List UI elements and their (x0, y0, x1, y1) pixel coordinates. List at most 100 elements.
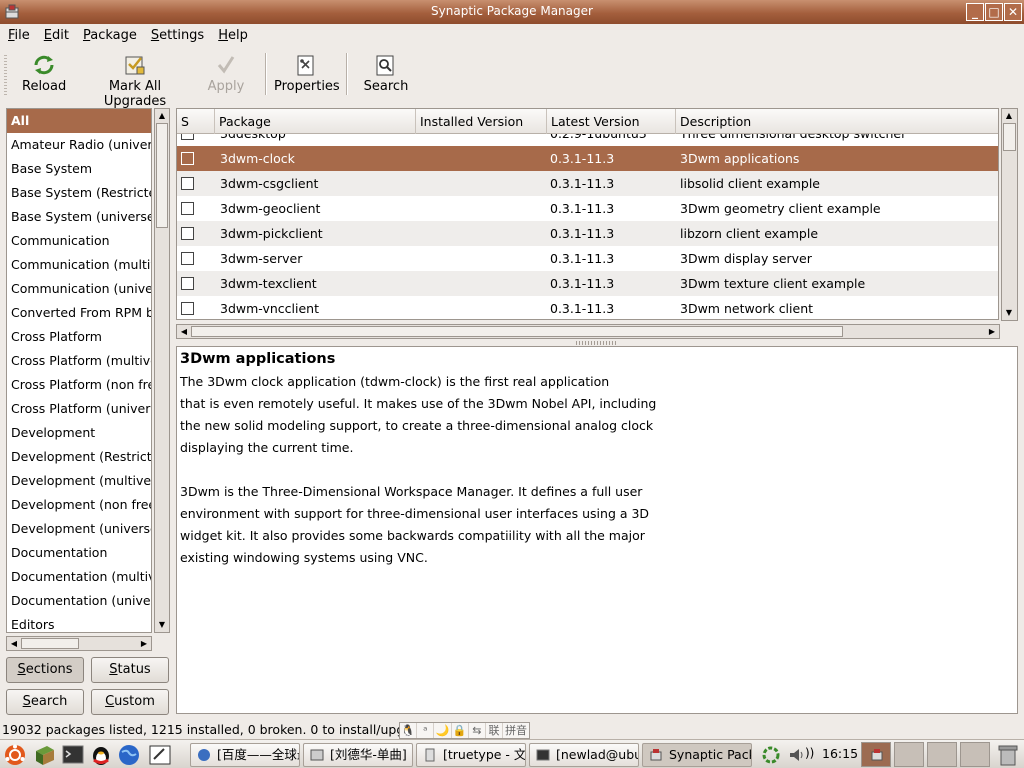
section-item[interactable]: Communication (universe) (7, 277, 151, 301)
column-latest-version[interactable]: Latest Version (547, 109, 676, 134)
ime-pinyin-label[interactable]: 拼音 (503, 723, 529, 738)
scroll-right-arrow[interactable]: ▶ (986, 326, 998, 338)
column-status[interactable]: S (177, 109, 215, 134)
ubuntu-menu-icon[interactable] (3, 743, 27, 767)
table-row[interactable]: 3dwm-texclient 0.3.1-11.3 3Dwm texture cli… (177, 271, 998, 296)
sections-hscroll-thumb[interactable] (21, 638, 79, 649)
custom-filter-button[interactable]: Custom (91, 689, 169, 715)
package-checkbox[interactable] (181, 134, 194, 140)
menu-package[interactable]: Package (76, 28, 144, 43)
scroll-left-arrow[interactable]: ◀ (178, 326, 190, 338)
package-checkbox[interactable] (181, 252, 194, 265)
pane-splitter[interactable] (576, 341, 618, 345)
sections-filter-button[interactable]: Sections (6, 657, 84, 683)
workspace-2[interactable] (894, 742, 924, 767)
section-item[interactable]: Documentation (universe) (7, 589, 151, 613)
sections-vertical-scrollbar[interactable]: ▲ ▼ (154, 108, 170, 633)
menu-edit[interactable]: Edit (37, 28, 76, 43)
sections-list[interactable]: AllAmateur Radio (universe)Base SystemBa… (6, 108, 152, 633)
sections-scroll-thumb[interactable] (156, 123, 168, 228)
update-notifier-icon[interactable] (762, 746, 780, 764)
taskbar-item-terminal[interactable]: [newlad@ubuntu: ~] (529, 743, 639, 767)
section-item[interactable]: Cross Platform (7, 325, 151, 349)
section-item[interactable]: Development (7, 421, 151, 445)
section-item[interactable]: Development (non free) (7, 493, 151, 517)
ime-lian-label[interactable]: 联 (486, 723, 504, 738)
ime-lock-icon[interactable]: 🔒 (452, 723, 469, 738)
section-item[interactable]: Development (universe) (7, 517, 151, 541)
workspace-3[interactable] (927, 742, 957, 767)
section-item[interactable]: Development (Restricted) (7, 445, 151, 469)
mark-all-upgrades-button[interactable]: Mark All Upgrades (82, 53, 188, 109)
status-filter-button[interactable]: Status (91, 657, 169, 683)
package-checkbox[interactable] (181, 177, 194, 190)
ime-switch-icon[interactable]: ⇆ (469, 723, 486, 738)
scroll-up-arrow[interactable]: ▲ (1003, 110, 1015, 122)
column-installed-version[interactable]: Installed Version (416, 109, 547, 134)
package-checkbox[interactable] (181, 152, 194, 165)
books-icon[interactable] (33, 743, 57, 767)
trash-icon[interactable] (996, 743, 1020, 767)
search-button[interactable]: Search (362, 53, 410, 94)
section-item[interactable]: All (7, 109, 151, 133)
minimize-button[interactable]: _ (966, 3, 984, 21)
scroll-down-arrow[interactable]: ▼ (156, 619, 168, 631)
package-checkbox[interactable] (181, 202, 194, 215)
section-item[interactable]: Converted From RPM by Alien (7, 301, 151, 325)
web-browser-icon[interactable] (117, 743, 141, 767)
section-item[interactable]: Cross Platform (non free) (7, 373, 151, 397)
package-checkbox[interactable] (181, 277, 194, 290)
column-description[interactable]: Description (676, 109, 998, 134)
reload-button[interactable]: Reload (22, 53, 66, 94)
taskbar-item-baidu[interactable]: [百度——全球最大中文搜索引擎] (190, 743, 300, 767)
scroll-up-arrow[interactable]: ▲ (156, 110, 168, 122)
scroll-left-arrow[interactable]: ◀ (8, 638, 20, 650)
qq-penguin-icon[interactable] (89, 743, 113, 767)
table-row[interactable]: 3ddesktop 0.2.9-1ubuntu3 Three dimension… (177, 134, 998, 146)
clock[interactable]: 16:15 (822, 746, 858, 761)
workspace-4[interactable] (960, 742, 990, 767)
scroll-right-arrow[interactable]: ▶ (138, 638, 150, 650)
table-row[interactable]: 3dwm-server 0.3.1-11.3 3Dwm display server (177, 246, 998, 271)
sections-horizontal-scrollbar[interactable]: ◀ ▶ (6, 636, 152, 651)
section-item[interactable]: Development (multiverse) (7, 469, 151, 493)
menu-file[interactable]: File (1, 28, 37, 43)
properties-button[interactable]: Properties (274, 53, 340, 94)
volume-icon[interactable] (788, 746, 806, 764)
section-item[interactable]: Editors (7, 613, 151, 632)
apply-button[interactable]: Apply (206, 53, 246, 94)
table-row[interactable]: 3dwm-geoclient 0.3.1-11.3 3Dwm geometry cl… (177, 196, 998, 221)
maximize-button[interactable]: □ (985, 3, 1003, 21)
menu-settings[interactable]: Settings (144, 28, 211, 43)
section-item[interactable]: Base System (universe) (7, 205, 151, 229)
section-item[interactable]: Documentation (multiverse) (7, 565, 151, 589)
ime-moon-icon[interactable]: 🌙 (434, 723, 452, 738)
taskbar-item-music[interactable]: [刘德华-单曲] (303, 743, 413, 767)
package-vertical-scrollbar[interactable]: ▲ ▼ (1001, 108, 1018, 321)
taskbar-item-file-browser[interactable]: [truetype - 文件浏览器] (416, 743, 526, 767)
package-scroll-thumb[interactable] (1003, 123, 1016, 151)
section-item[interactable]: Cross Platform (universe) (7, 397, 151, 421)
search-filter-button[interactable]: Search (6, 689, 84, 715)
section-item[interactable]: Base System (Restricted) (7, 181, 151, 205)
package-horizontal-scrollbar[interactable]: ◀ ▶ (176, 324, 1000, 339)
section-item[interactable]: Cross Platform (multiverse) (7, 349, 151, 373)
menu-help[interactable]: Help (211, 28, 255, 43)
section-item[interactable]: Documentation (7, 541, 151, 565)
package-checkbox[interactable] (181, 227, 194, 240)
close-button[interactable]: ✕ (1004, 3, 1022, 21)
package-checkbox[interactable] (181, 302, 194, 315)
package-hscroll-thumb[interactable] (191, 326, 843, 337)
section-item[interactable]: Amateur Radio (universe) (7, 133, 151, 157)
text-editor-icon[interactable] (148, 743, 172, 767)
taskbar-item-synaptic[interactable]: Synaptic Package Manager (642, 743, 752, 767)
table-row[interactable]: 3dwm-csgclient 0.3.1-11.3 libsolid client … (177, 171, 998, 196)
terminal-icon[interactable] (61, 743, 85, 767)
ime-mode-icon[interactable]: ᵃ (417, 723, 435, 738)
table-row[interactable]: 3dwm-pickclient 0.3.1-11.3 libzorn client … (177, 221, 998, 246)
workspace-1[interactable] (861, 742, 891, 767)
section-item[interactable]: Base System (7, 157, 151, 181)
scroll-down-arrow[interactable]: ▼ (1003, 307, 1015, 319)
toolbar-grip[interactable] (4, 55, 7, 95)
column-package[interactable]: Package (215, 109, 416, 134)
